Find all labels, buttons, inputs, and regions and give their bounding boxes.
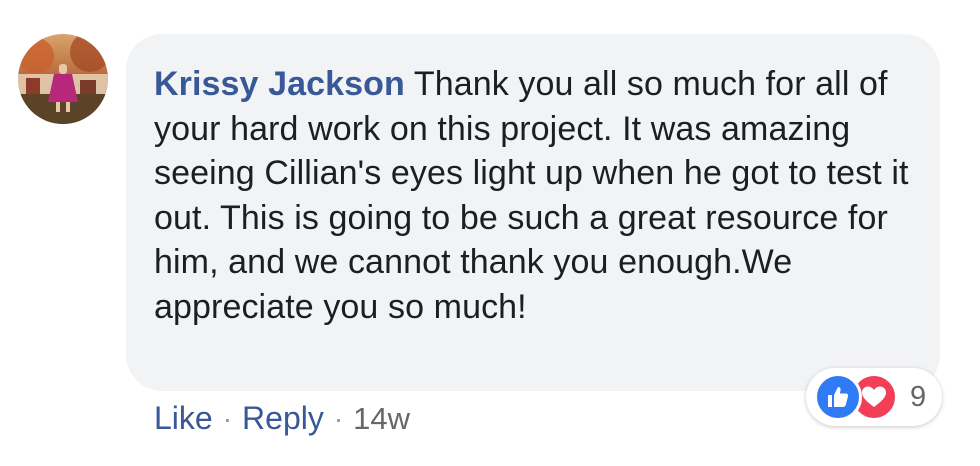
separator: · bbox=[333, 402, 344, 434]
profile-photo-image bbox=[18, 34, 108, 124]
comment-bubble: Krissy Jackson Thank you all so much for… bbox=[126, 34, 940, 391]
reactions-summary[interactable]: 9 bbox=[806, 368, 942, 426]
comment-text: Thank you all so much for all of your ha… bbox=[154, 65, 909, 326]
avatar[interactable] bbox=[18, 34, 108, 124]
like-button[interactable]: Like bbox=[154, 400, 213, 437]
like-icon bbox=[814, 373, 862, 421]
comment-body: Krissy Jackson Thank you all so much for… bbox=[154, 62, 910, 329]
comment-actions: Like · Reply · 14w bbox=[154, 400, 410, 437]
reaction-count: 9 bbox=[910, 380, 927, 413]
separator: · bbox=[222, 402, 233, 434]
reply-button[interactable]: Reply bbox=[242, 400, 324, 437]
author-name-link[interactable]: Krissy Jackson bbox=[154, 65, 405, 103]
timestamp-link[interactable]: 14w bbox=[353, 401, 410, 437]
